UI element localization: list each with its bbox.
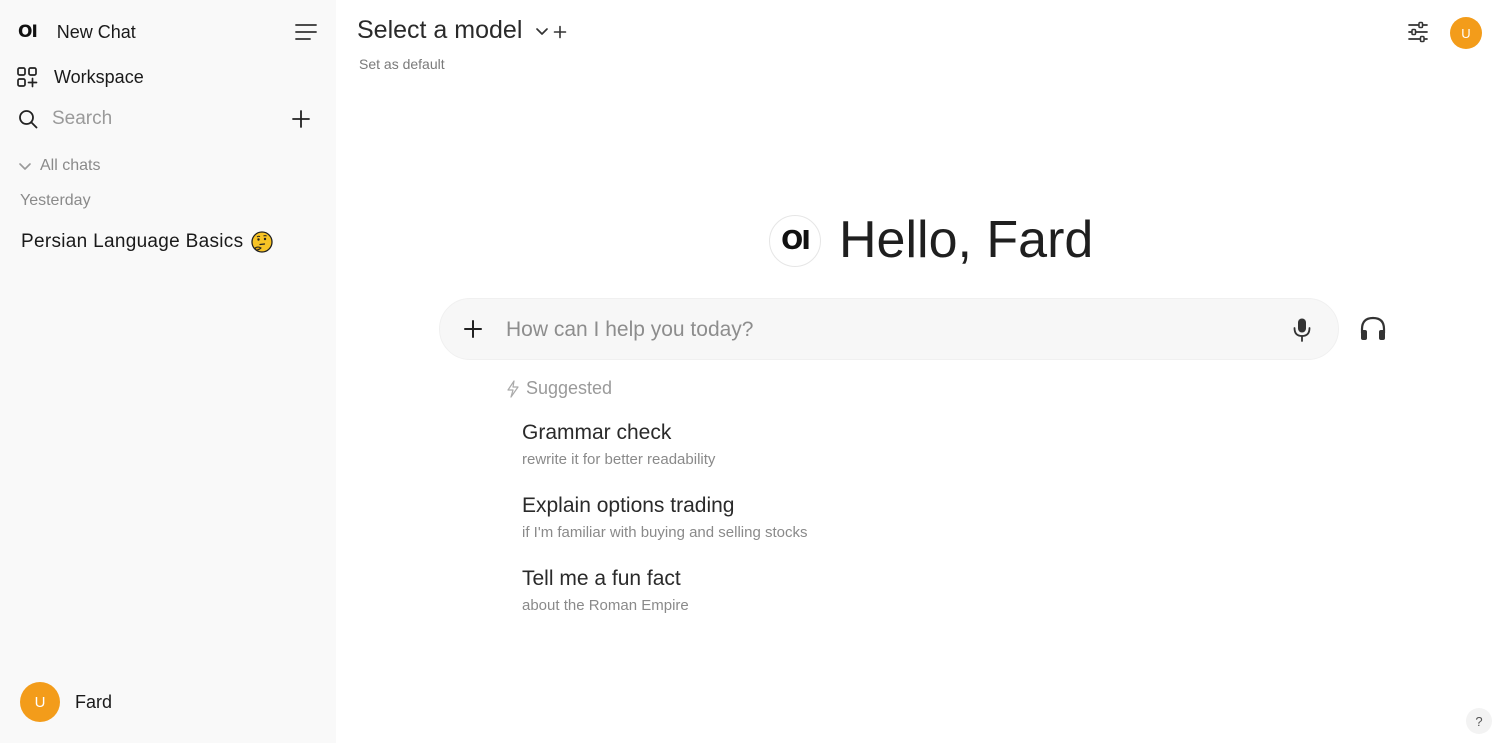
- help-button[interactable]: ?: [1466, 708, 1492, 734]
- add-model-plus-icon[interactable]: [552, 24, 568, 40]
- chat-group-label: Yesterday: [20, 192, 91, 209]
- suggested-header: Suggested: [506, 378, 612, 399]
- all-chats-folder[interactable]: All chats: [18, 155, 100, 177]
- workspace-icon: [17, 67, 38, 88]
- model-logo-text: OI: [781, 226, 811, 256]
- sidebar-toggle-icon[interactable]: [294, 22, 318, 42]
- thinking-face-icon: [251, 231, 274, 253]
- model-selector-label: Select a model: [357, 16, 523, 44]
- chat-item-title: Persian Language Basics: [21, 231, 244, 252]
- chevron-down-icon: [536, 27, 549, 35]
- suggestion-subtitle: rewrite it for better readability: [522, 451, 716, 468]
- suggestion-title: Grammar check: [522, 421, 672, 444]
- model-logo: OI: [769, 215, 821, 267]
- search-field[interactable]: Search: [18, 106, 112, 132]
- sidebar: OI New Chat Workspace Search All chats Y…: [0, 0, 336, 743]
- suggestion-title: Explain options trading: [522, 494, 735, 517]
- chevron-down-icon: [19, 163, 31, 170]
- app-window: OI New Chat Workspace Search All chats Y…: [0, 0, 1500, 743]
- user-name: Fard: [75, 691, 113, 712]
- microphone-icon[interactable]: [1292, 317, 1312, 343]
- all-chats-label: All chats: [40, 157, 101, 174]
- suggestion-title: Tell me a fun fact: [522, 567, 681, 590]
- avatar: U: [20, 682, 60, 722]
- new-chat-label: New Chat: [56, 21, 136, 42]
- model-selector[interactable]: Select a model: [357, 16, 550, 45]
- workspace-label: Workspace: [54, 66, 144, 87]
- lightning-icon: [507, 379, 519, 398]
- app-logo: OI: [18, 22, 38, 42]
- user-avatar-button[interactable]: U: [1450, 17, 1482, 49]
- suggestion-subtitle: about the Roman Empire: [522, 597, 689, 614]
- set-default-link[interactable]: Set as default: [359, 56, 445, 72]
- suggestion-item[interactable]: Grammar check rewrite it for better read…: [522, 421, 715, 468]
- sidebar-user-menu[interactable]: U Fard: [20, 682, 112, 722]
- headphones-icon[interactable]: [1358, 314, 1388, 344]
- chat-item[interactable]: Persian Language Basics: [21, 228, 274, 256]
- suggestion-item[interactable]: Tell me a fun fact about the Roman Empir…: [522, 567, 689, 614]
- greeting-heading: Hello, Fard: [839, 211, 1094, 269]
- new-folder-plus-icon[interactable]: [290, 108, 312, 130]
- suggested-label: Suggested: [526, 378, 613, 398]
- search-placeholder: Search: [52, 108, 113, 129]
- attach-plus-icon[interactable]: [462, 318, 484, 340]
- main-panel: Select a model Set as default U OI Hello…: [336, 0, 1500, 743]
- suggestion-subtitle: if I'm familiar with buying and selling …: [522, 524, 808, 541]
- search-icon: [19, 110, 38, 129]
- prompt-box: [439, 298, 1339, 360]
- suggestion-item[interactable]: Explain options trading if I'm familiar …: [522, 494, 807, 541]
- sliders-icon[interactable]: [1406, 20, 1430, 44]
- new-chat-button[interactable]: OI New Chat: [18, 18, 136, 46]
- workspace-link[interactable]: Workspace: [16, 64, 144, 90]
- prompt-input[interactable]: [506, 311, 1266, 349]
